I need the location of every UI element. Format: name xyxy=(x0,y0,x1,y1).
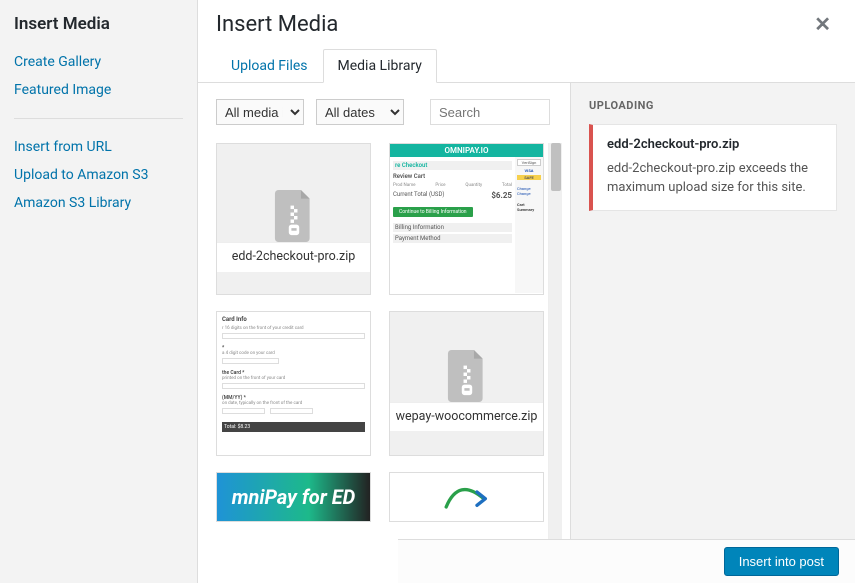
media-sidebar: Insert Media Create Gallery Featured Ima… xyxy=(0,0,198,583)
modal-footer: Insert into post xyxy=(398,539,855,583)
zip-file-icon xyxy=(273,190,315,242)
attachment-item[interactable]: OMNIPAY.IO re Checkout Review Cart Prod … xyxy=(389,143,544,295)
search-input[interactable] xyxy=(430,99,550,125)
sidebar-item-s3-library[interactable]: Amazon S3 Library xyxy=(14,189,183,217)
thumbnail-omnipay-checkout: OMNIPAY.IO re Checkout Review Cart Prod … xyxy=(390,144,543,294)
attachment-details-panel: UPLOADING edd-2checkout-pro.zip edd-2che… xyxy=(570,83,855,583)
uploading-heading: UPLOADING xyxy=(589,99,837,112)
attachment-item[interactable] xyxy=(389,472,544,522)
sidebar-title: Insert Media xyxy=(14,14,183,34)
attachment-caption: edd-2checkout-pro.zip xyxy=(217,242,370,271)
attachment-item[interactable]: mniPay for ED xyxy=(216,472,371,522)
tab-upload-files[interactable]: Upload Files xyxy=(216,49,323,83)
thumbnail-omnipay-banner: mniPay for ED xyxy=(217,473,370,521)
scrollbar-thumb[interactable] xyxy=(551,143,561,191)
attachment-item[interactable]: Card Info r 16 digits on the front of yo… xyxy=(216,311,371,456)
upload-error-card: edd-2checkout-pro.zip edd-2checkout-pro.… xyxy=(589,124,837,211)
sidebar-divider xyxy=(14,118,183,119)
filter-dates[interactable]: All dates xyxy=(316,99,404,125)
main-panel: Insert Media ✕ Upload Files Media Librar… xyxy=(198,0,855,583)
attachment-item[interactable]: edd-2checkout-pro.zip xyxy=(216,143,371,295)
tab-media-library[interactable]: Media Library xyxy=(323,49,437,83)
zip-file-icon xyxy=(446,350,488,402)
filter-media-type[interactable]: All media items xyxy=(216,99,304,125)
sidebar-item-featured-image[interactable]: Featured Image xyxy=(14,76,183,104)
close-icon[interactable]: ✕ xyxy=(808,12,837,36)
upload-error-message: edd-2checkout-pro.zip exceeds the maximu… xyxy=(607,160,822,198)
sidebar-item-upload-s3[interactable]: Upload to Amazon S3 xyxy=(14,161,183,189)
page-title: Insert Media xyxy=(216,12,338,37)
insert-into-post-button[interactable]: Insert into post xyxy=(724,547,839,576)
thumbnail-logo-swoosh xyxy=(390,473,543,521)
attachment-caption: wepay-woocommerce.zip xyxy=(390,402,543,431)
attachment-item[interactable]: wepay-woocommerce.zip xyxy=(389,311,544,456)
upload-filename: edd-2checkout-pro.zip xyxy=(607,137,822,152)
tab-bar: Upload Files Media Library xyxy=(198,37,855,83)
sidebar-item-insert-url[interactable]: Insert from URL xyxy=(14,133,183,161)
thumbnail-card-info: Card Info r 16 digits on the front of yo… xyxy=(217,312,370,455)
attachments-scrollbar[interactable] xyxy=(548,143,562,583)
attachments-grid: edd-2checkout-pro.zip OMNIPAY.IO re Chec… xyxy=(216,143,548,583)
sidebar-item-create-gallery[interactable]: Create Gallery xyxy=(14,48,183,76)
